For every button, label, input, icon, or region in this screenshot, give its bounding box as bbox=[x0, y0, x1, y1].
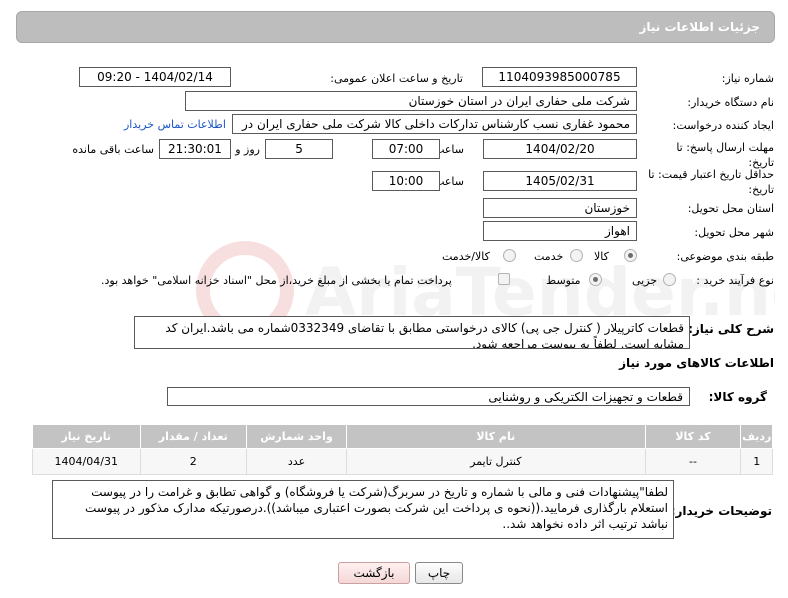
description-textarea: قطعات کاترپیلار ( کنترل جی پی) کالای درخ… bbox=[134, 316, 690, 349]
buyer-notes-textarea: لطفا"پیشنهادات فنی و مالی با شماره و تار… bbox=[52, 480, 674, 539]
col-date-header: تاریخ نیاز bbox=[32, 424, 141, 449]
category-goods-label: کالا bbox=[594, 250, 609, 263]
creator-field: محمود غفاری نسب کارشناس تدارکات داخلی کا… bbox=[232, 114, 637, 134]
remaining-label: ساعت باقی مانده bbox=[72, 143, 154, 156]
goods-group-field: قطعات و تجهیزات الکتریکی و روشنایی bbox=[167, 387, 690, 406]
category-both-radio[interactable] bbox=[503, 249, 516, 262]
process-minor-radio[interactable] bbox=[663, 273, 676, 286]
days-label: روز و bbox=[235, 143, 260, 156]
category-service-radio[interactable] bbox=[570, 249, 583, 262]
print-button[interactable]: چاپ bbox=[415, 562, 463, 584]
province-field: خوزستان bbox=[483, 198, 637, 218]
col-name-header: نام کالا bbox=[346, 424, 646, 449]
cell-code: -- bbox=[644, 448, 742, 475]
category-label: طبقه بندی موضوعی: bbox=[676, 250, 774, 263]
col-code-header: کد کالا bbox=[644, 424, 742, 449]
city-label: شهر محل تحویل: bbox=[694, 226, 774, 239]
goods-group-label: گروه کالا: bbox=[708, 390, 767, 404]
reply-deadline-label: مهلت ارسال پاسخ: تا تاریخ: bbox=[676, 141, 774, 169]
buyer-notes-label: توضیحات خریدار: bbox=[670, 504, 772, 518]
treasury-payment-checkbox[interactable] bbox=[498, 273, 510, 285]
remaining-time-field: 21:30:01 bbox=[159, 139, 231, 159]
items-table: ردیف کد کالا نام کالا واحد شمارش تعداد /… bbox=[32, 424, 773, 475]
announce-field: 1404/02/14 - 09:20 bbox=[79, 67, 231, 87]
buyer-notes-text: لطفا"پیشنهادات فنی و مالی با شماره و تار… bbox=[85, 485, 668, 531]
table-row: 1 -- کنترل تایمر عدد 2 1404/04/31 bbox=[32, 448, 773, 475]
process-medium-radio[interactable] bbox=[589, 273, 602, 286]
creator-label: ایجاد کننده درخواست: bbox=[672, 119, 774, 132]
buyer-org-label: نام دستگاه خریدار: bbox=[687, 96, 774, 109]
reply-time-field: 07:00 bbox=[372, 139, 440, 159]
table-header-row: ردیف کد کالا نام کالا واحد شمارش تعداد /… bbox=[32, 424, 773, 449]
col-qty-header: تعداد / مقدار bbox=[139, 424, 247, 449]
need-number-field: 1104093985000785 bbox=[482, 67, 637, 87]
category-service-label: خدمت bbox=[534, 250, 564, 263]
process-label: نوع فرآیند خرید : bbox=[696, 274, 774, 287]
announce-label: تاریخ و ساعت اعلان عمومی: bbox=[330, 72, 463, 85]
buyer-org-field: شرکت ملی حفاری ایران در استان خوزستان bbox=[185, 91, 637, 111]
price-valid-label: حداقل تاریخ اعتبار قیمت: تا تاریخ: bbox=[648, 168, 774, 196]
cell-qty: 2 bbox=[139, 448, 247, 475]
price-valid-time-field: 10:00 bbox=[372, 171, 440, 191]
cell-row: 1 bbox=[740, 448, 773, 475]
buyer-contact-link[interactable]: اطلاعات تماس خریدار bbox=[124, 118, 226, 131]
description-label: شرح کلی نیاز: bbox=[688, 322, 774, 336]
province-label: استان محل تحویل: bbox=[687, 202, 774, 215]
process-minor-label: جزیی bbox=[632, 274, 658, 287]
page-title: جزئیات اطلاعات نیاز bbox=[639, 20, 760, 34]
days-field: 5 bbox=[265, 139, 333, 159]
need-number-label: شماره نیاز: bbox=[721, 72, 774, 85]
cell-date: 1404/04/31 bbox=[32, 448, 141, 475]
cell-unit: عدد bbox=[245, 448, 348, 475]
category-goods-radio[interactable] bbox=[624, 249, 637, 262]
city-field: اهواز bbox=[483, 221, 637, 241]
treasury-payment-note: پرداخت تمام یا بخشی از مبلغ خرید،از محل … bbox=[101, 274, 452, 287]
cell-name: کنترل تایمر bbox=[346, 448, 646, 475]
process-medium-label: متوسط bbox=[546, 274, 581, 287]
col-row-header: ردیف bbox=[740, 424, 773, 449]
col-unit-header: واحد شمارش bbox=[245, 424, 348, 449]
page-header: جزئیات اطلاعات نیاز bbox=[16, 11, 775, 43]
back-button[interactable]: بازگشت bbox=[338, 562, 410, 584]
price-valid-date-field: 1405/02/31 bbox=[483, 171, 637, 191]
goods-section-title: اطلاعات کالاهای مورد نیاز bbox=[619, 356, 774, 370]
reply-date-field: 1404/02/20 bbox=[483, 139, 637, 159]
category-both-label: کالا/خدمت bbox=[442, 250, 490, 263]
